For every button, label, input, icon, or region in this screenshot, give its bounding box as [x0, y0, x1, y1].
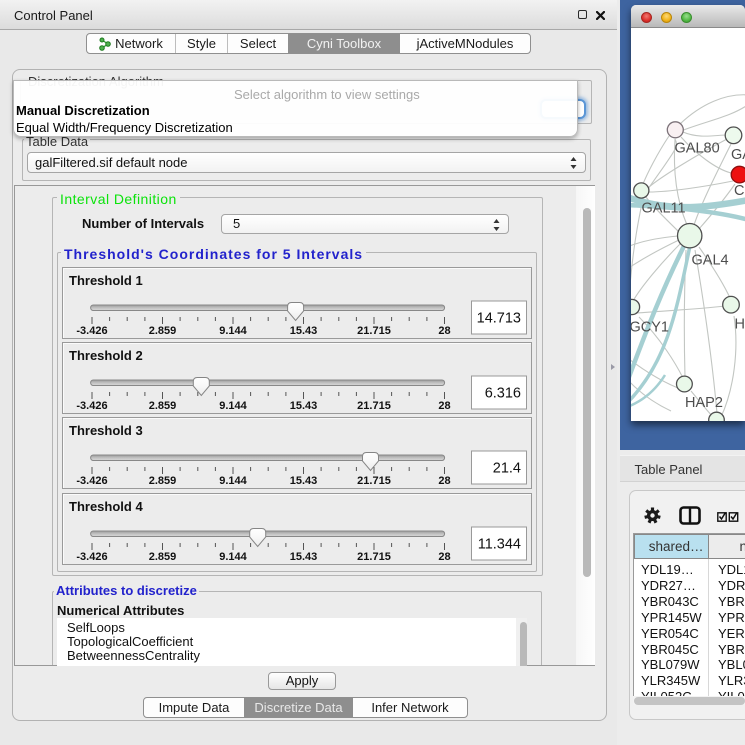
svg-text:21.715: 21.715 [357, 551, 391, 563]
svg-text:15.43: 15.43 [290, 400, 318, 412]
svg-text:HAP2: HAP2 [685, 395, 723, 411]
svg-text:Threshold 2: Threshold 2 [69, 348, 143, 363]
svg-text:2.859: 2.859 [149, 551, 177, 563]
svg-text:21.4: 21.4 [493, 461, 521, 477]
svg-text:21.715: 21.715 [357, 400, 391, 412]
svg-text:28: 28 [438, 400, 450, 412]
svg-text:GA: GA [731, 147, 745, 163]
svg-text:2.859: 2.859 [149, 475, 177, 487]
svg-text:9.144: 9.144 [219, 475, 247, 487]
svg-text:-3.426: -3.426 [76, 551, 107, 563]
svg-text:-3.426: -3.426 [76, 400, 107, 412]
svg-text:Threshold 1: Threshold 1 [69, 273, 143, 288]
svg-text:GCY1: GCY1 [631, 320, 669, 336]
svg-text:28: 28 [438, 475, 450, 487]
svg-text:2.859: 2.859 [149, 325, 177, 337]
svg-text:9.144: 9.144 [219, 551, 247, 563]
svg-text:H: H [735, 317, 745, 333]
svg-text:15.43: 15.43 [290, 325, 318, 337]
svg-text:11.344: 11.344 [478, 536, 521, 552]
svg-text:28: 28 [438, 551, 450, 563]
svg-text:GAL80: GAL80 [675, 141, 720, 157]
svg-text:-3.426: -3.426 [76, 475, 107, 487]
svg-text:21.715: 21.715 [357, 325, 391, 337]
svg-text:Threshold 3: Threshold 3 [69, 423, 143, 438]
svg-text:14.713: 14.713 [477, 311, 521, 327]
svg-text:21.715: 21.715 [357, 475, 391, 487]
svg-text:28: 28 [438, 325, 450, 337]
svg-text:GAL4: GAL4 [692, 253, 729, 269]
svg-text:GAL11: GAL11 [642, 201, 686, 217]
svg-text:C: C [734, 183, 744, 199]
svg-text:Threshold 4: Threshold 4 [69, 499, 143, 514]
svg-text:15.43: 15.43 [290, 551, 318, 563]
svg-text:6.316: 6.316 [485, 386, 521, 402]
svg-text:-3.426: -3.426 [76, 325, 107, 337]
svg-text:2.859: 2.859 [149, 400, 177, 412]
svg-text:15.43: 15.43 [290, 475, 318, 487]
svg-text:9.144: 9.144 [219, 325, 247, 337]
svg-text:9.144: 9.144 [219, 400, 247, 412]
